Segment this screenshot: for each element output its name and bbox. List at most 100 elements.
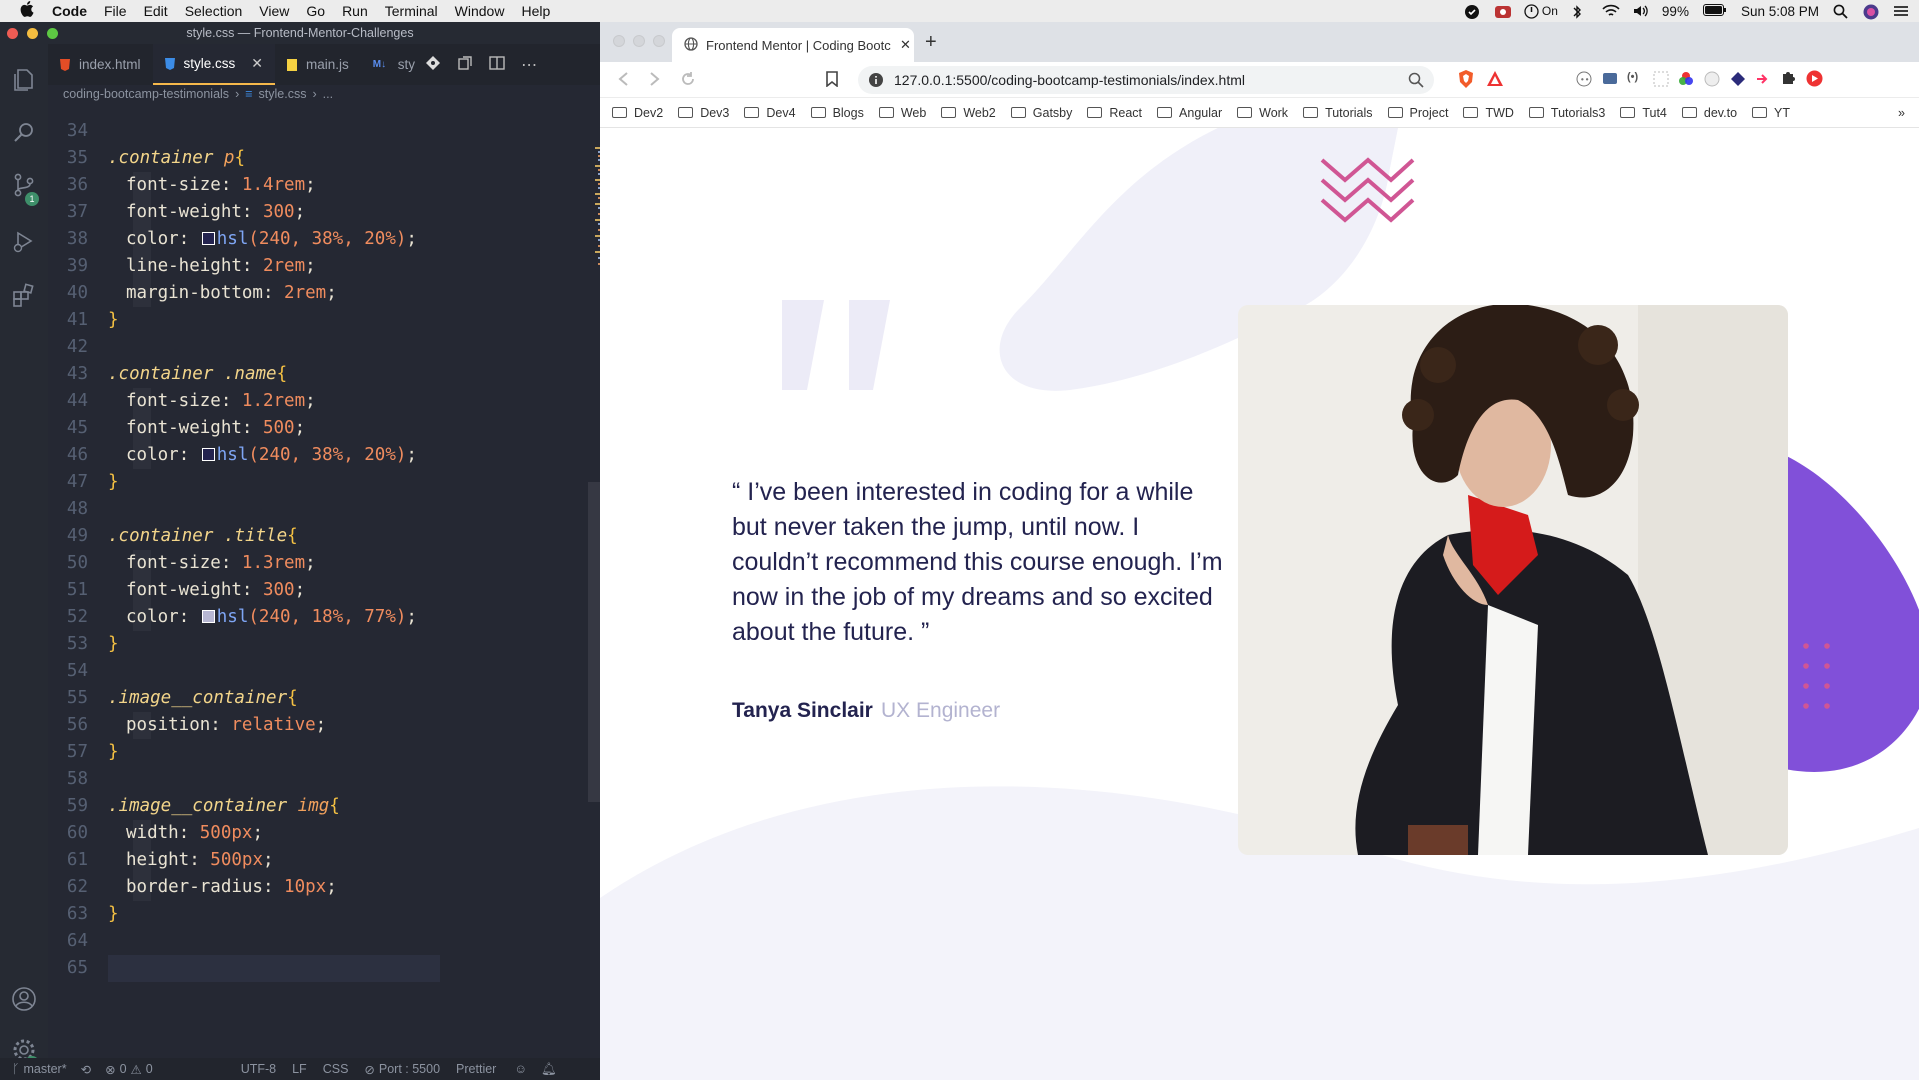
extension-icon-3[interactable]: (•) (1627, 71, 1638, 83)
close-window-button[interactable] (7, 28, 18, 39)
control-center-icon[interactable] (1893, 4, 1909, 18)
close-tab-icon[interactable]: ✕ (900, 37, 911, 53)
code-line[interactable]: 48 (48, 496, 600, 523)
code-line[interactable]: 60 width: 500px; (48, 820, 600, 847)
code-line[interactable]: 34 (48, 118, 600, 145)
color-swatch[interactable] (201, 448, 215, 461)
power-tray[interactable]: On (1524, 3, 1558, 19)
eol-status[interactable]: LF (292, 1062, 307, 1076)
code-line[interactable]: 37 font-weight: 300; (48, 199, 600, 226)
close-tab-icon[interactable]: ✕ (251, 55, 263, 72)
browser-close-button[interactable] (613, 35, 625, 47)
bluetooth-icon[interactable] (1572, 4, 1588, 19)
browser-minimize-button[interactable] (633, 35, 645, 47)
bookmarks-overflow-button[interactable]: » (1898, 106, 1905, 120)
shield-tray-icon[interactable] (1464, 4, 1480, 19)
menu-edit[interactable]: Edit (144, 3, 168, 19)
run-debug-icon[interactable] (11, 228, 37, 254)
more-actions-icon[interactable]: ⋯ (521, 55, 537, 75)
volume-icon[interactable] (1632, 4, 1648, 18)
brave-rewards-icon[interactable] (1486, 70, 1504, 93)
breadcrumb-more[interactable]: ... (323, 87, 333, 101)
browser-maximize-button[interactable] (653, 35, 665, 47)
bookmark-project[interactable]: Project (1387, 106, 1448, 120)
code-line[interactable]: 56 position: relative; (48, 712, 600, 739)
breadcrumb-folder[interactable]: coding-bootcamp-testimonials (63, 87, 229, 101)
menu-window[interactable]: Window (455, 3, 505, 19)
menu-view[interactable]: View (259, 3, 289, 19)
explorer-files-icon[interactable] (11, 66, 37, 92)
editor-scrollbar[interactable] (588, 482, 600, 802)
code-line[interactable]: 43 .container .name{ (48, 361, 600, 388)
bookmark-gatsby[interactable]: Gatsby (1010, 106, 1072, 120)
extension-icon-6[interactable] (1730, 71, 1746, 92)
extension-icon-8[interactable] (1806, 70, 1823, 92)
menu-help[interactable]: Help (521, 3, 550, 19)
menu-selection[interactable]: Selection (185, 3, 243, 19)
menubar-clock[interactable]: Sun 5:08 PM (1741, 4, 1819, 19)
code-line[interactable]: 51 font-weight: 300; (48, 577, 600, 604)
breadcrumb-file[interactable]: style.css (259, 87, 307, 101)
tab-index-html[interactable]: index.html (48, 44, 153, 85)
bookmark-tut4[interactable]: Tut4 (1620, 106, 1667, 120)
color-swatch[interactable] (201, 610, 215, 623)
code-line[interactable]: 62 border-radius: 10px; (48, 874, 600, 901)
browser-tab[interactable]: Frontend Mentor | Coding Bootc ✕ (672, 28, 914, 62)
extension-icon-4[interactable] (1653, 71, 1669, 92)
bookmark-angular[interactable]: Angular (1157, 106, 1222, 120)
code-line[interactable]: 50 font-size: 1.3rem; (48, 550, 600, 577)
color-picker-extension-icon[interactable] (1678, 71, 1694, 92)
wifi-icon[interactable] (1602, 4, 1620, 18)
code-line[interactable]: 35 .container p{ (48, 145, 600, 172)
extension-icon-5[interactable] (1704, 71, 1720, 92)
prettier-status[interactable]: Prettier (456, 1062, 496, 1076)
code-line[interactable]: 46 color: hsl(240, 38%, 20%); (48, 442, 600, 469)
code-line[interactable]: 41} (48, 307, 600, 334)
maximize-window-button[interactable] (47, 28, 58, 39)
menu-file[interactable]: File (104, 3, 127, 19)
code-line[interactable]: 42 (48, 334, 600, 361)
feedback-icon[interactable]: ☺ (514, 1062, 527, 1076)
code-line[interactable]: 65 (67, 955, 440, 982)
code-line[interactable]: 38 color: hsl(240, 38%, 20%); (48, 226, 600, 253)
bookmark-dev4[interactable]: Dev4 (744, 106, 796, 120)
code-line[interactable]: 64 (48, 928, 600, 955)
spotlight-search-icon[interactable] (1833, 4, 1849, 19)
menu-go[interactable]: Go (306, 3, 325, 19)
zoom-icon[interactable] (1408, 72, 1424, 91)
code-line[interactable]: 61 height: 500px; (48, 847, 600, 874)
bookmark-react[interactable]: React (1087, 106, 1142, 120)
code-line[interactable]: 52 color: hsl(240, 18%, 77%); (48, 604, 600, 631)
bookmark-page-icon[interactable] (826, 71, 838, 92)
back-icon[interactable] (616, 71, 630, 92)
bookmark-dev-to[interactable]: dev.to (1681, 106, 1737, 120)
live-server-status[interactable]: ⊘ Port : 5500 (364, 1062, 440, 1077)
code-line[interactable]: 45 font-weight: 500; (48, 415, 600, 442)
info-icon[interactable] (868, 72, 884, 91)
code-line[interactable]: 58 (48, 766, 600, 793)
split-editor-icon[interactable] (489, 55, 505, 74)
extension-icon-1[interactable]: •• (1576, 71, 1592, 92)
code-line[interactable]: 54 (48, 658, 600, 685)
git-compare-icon[interactable] (425, 55, 441, 74)
code-line[interactable]: 49 .container .title{ (48, 523, 600, 550)
code-line[interactable]: 59 .image__container img{ (48, 793, 600, 820)
bookmark-work[interactable]: Work (1237, 106, 1288, 120)
code-line[interactable]: 55 .image__container{ (48, 685, 600, 712)
code-line[interactable]: 57} (48, 739, 600, 766)
menu-run[interactable]: Run (342, 3, 368, 19)
code-line[interactable]: 63} (48, 901, 600, 928)
new-tab-button[interactable]: + (925, 31, 937, 54)
extension-icon-7[interactable] (1755, 71, 1771, 92)
brave-shields-icon[interactable] (1457, 69, 1475, 94)
url-bar[interactable]: 127.0.0.1:5500/coding-bootcamp-testimoni… (858, 66, 1434, 94)
reload-icon[interactable] (680, 71, 696, 92)
code-line[interactable]: 44 font-size: 1.2rem; (48, 388, 600, 415)
menu-terminal[interactable]: Terminal (385, 3, 438, 19)
branch-status[interactable]: ᚴ master* (12, 1062, 67, 1076)
record-tray-icon[interactable] (1494, 4, 1511, 18)
code-line[interactable]: 47} (48, 469, 600, 496)
code-line[interactable]: 39 line-height: 2rem; (48, 253, 600, 280)
tab-markdown-preview[interactable]: M↓ sty (361, 44, 419, 85)
forward-icon[interactable] (648, 71, 662, 92)
